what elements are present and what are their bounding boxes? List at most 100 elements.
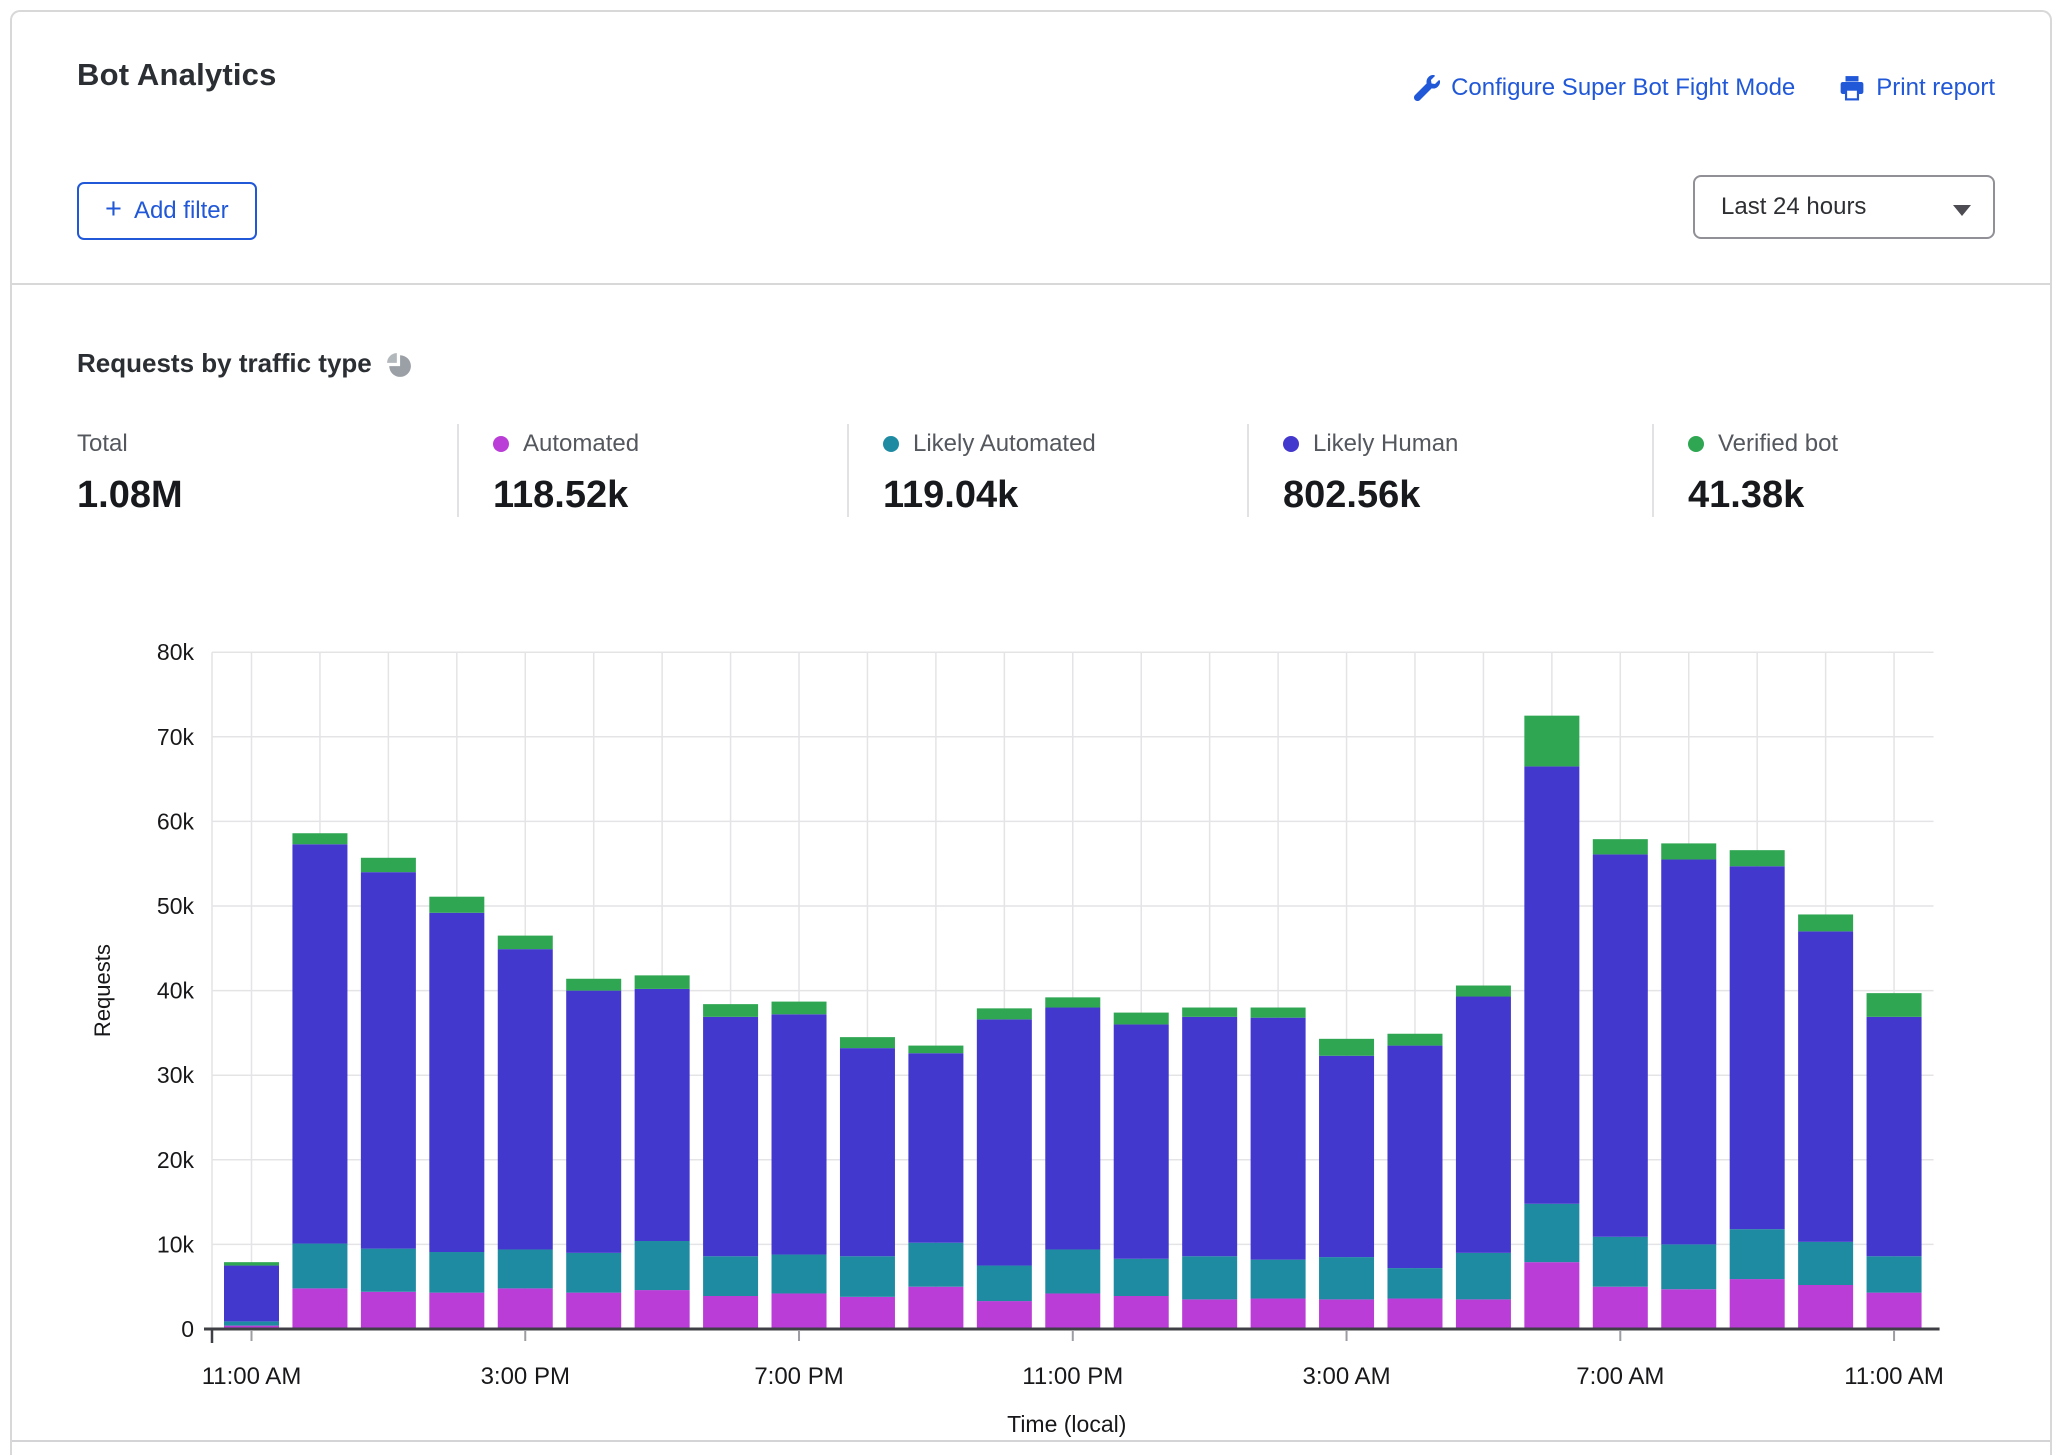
chart-bar-segment[interactable] — [1456, 997, 1511, 1253]
chart-bar-segment[interactable] — [1182, 1299, 1237, 1329]
chart-bar-segment[interactable] — [1045, 1249, 1100, 1293]
chart-bar-segment[interactable] — [703, 1017, 758, 1256]
chart-bar-segment[interactable] — [977, 1008, 1032, 1019]
chart-bar-segment[interactable] — [1319, 1056, 1374, 1257]
chart-bar-segment[interactable] — [1661, 859, 1716, 1244]
chart-bar-segment[interactable] — [1387, 1046, 1442, 1268]
chart-bar-segment[interactable] — [635, 1241, 690, 1290]
chart-bar-segment[interactable] — [1524, 766, 1579, 1203]
chart-bar-segment[interactable] — [429, 1252, 484, 1293]
chart-bar-segment[interactable] — [1867, 1256, 1922, 1292]
chart-bar-segment[interactable] — [1182, 1256, 1237, 1299]
chart-bar-segment[interactable] — [1045, 1293, 1100, 1329]
chart-bar-segment[interactable] — [1251, 1008, 1306, 1018]
chart-bar-segment[interactable] — [1387, 1299, 1442, 1329]
chart-bar-segment[interactable] — [635, 1290, 690, 1329]
chart-bar-segment[interactable] — [1867, 1293, 1922, 1329]
chart-bar-segment[interactable] — [1182, 1017, 1237, 1256]
chart-bar-segment[interactable] — [498, 1288, 553, 1329]
chart-bar-segment[interactable] — [429, 1293, 484, 1329]
chart-bar-segment[interactable] — [1456, 986, 1511, 997]
chart-bar-segment[interactable] — [840, 1256, 895, 1297]
chart-bar-segment[interactable] — [977, 1301, 1032, 1329]
chart-bar-segment[interactable] — [292, 844, 347, 1243]
chart-bar-segment[interactable] — [566, 979, 621, 991]
chart-bar-segment[interactable] — [1456, 1253, 1511, 1300]
chart-bar-segment[interactable] — [1114, 1296, 1169, 1329]
chart-bar-segment[interactable] — [1798, 914, 1853, 931]
chart-bar-segment[interactable] — [1114, 1259, 1169, 1296]
chart-bar-segment[interactable] — [840, 1037, 895, 1048]
chart-bar-segment[interactable] — [292, 1244, 347, 1289]
chart-bar-segment[interactable] — [1661, 1244, 1716, 1289]
chart-bar-segment[interactable] — [1319, 1039, 1374, 1056]
chart-bar-segment[interactable] — [292, 833, 347, 844]
chart-bar-segment[interactable] — [1524, 1204, 1579, 1262]
chart-bar-segment[interactable] — [635, 975, 690, 989]
chart-bar-segment[interactable] — [1593, 839, 1648, 854]
chart-bar-segment[interactable] — [1114, 1013, 1169, 1025]
chart-bar-segment[interactable] — [292, 1288, 347, 1329]
chart-bar-segment[interactable] — [361, 872, 416, 1248]
chart-bar-segment[interactable] — [1867, 993, 1922, 1017]
chart-bar-segment[interactable] — [224, 1321, 279, 1325]
chart-bar-segment[interactable] — [1251, 1299, 1306, 1329]
configure-super-bot-fight-mode-link[interactable]: Configure Super Bot Fight Mode — [1414, 74, 1795, 102]
chart-bar-segment[interactable] — [977, 1019, 1032, 1265]
chart-bar-segment[interactable] — [1867, 1017, 1922, 1256]
chart-bar-segment[interactable] — [1319, 1257, 1374, 1299]
chart-bar-segment[interactable] — [1182, 1008, 1237, 1017]
requests-by-traffic-type-chart[interactable]: 010k20k30k40k50k60k70k80k11:00 AM3:00 PM… — [82, 600, 1972, 1450]
chart-bar-segment[interactable] — [1114, 1024, 1169, 1258]
chart-bar-segment[interactable] — [1524, 1262, 1579, 1329]
chart-bar-segment[interactable] — [361, 1249, 416, 1292]
chart-bar-segment[interactable] — [498, 949, 553, 1249]
chart-bar-segment[interactable] — [977, 1266, 1032, 1302]
chart-bar-segment[interactable] — [1798, 1242, 1853, 1285]
chart-bar-segment[interactable] — [224, 1262, 279, 1265]
chart-bar-segment[interactable] — [1661, 1289, 1716, 1329]
chart-bar-segment[interactable] — [1661, 843, 1716, 859]
chart-bar-segment[interactable] — [1251, 1260, 1306, 1299]
print-report-link[interactable]: Print report — [1839, 74, 1995, 102]
chart-bar-segment[interactable] — [1045, 997, 1100, 1007]
chart-bar-segment[interactable] — [1730, 850, 1785, 866]
chart-bar-segment[interactable] — [1798, 931, 1853, 1241]
chart-bar-segment[interactable] — [224, 1266, 279, 1322]
chart-bar-segment[interactable] — [1524, 716, 1579, 767]
chart-bar-segment[interactable] — [908, 1053, 963, 1243]
chart-bar-segment[interactable] — [908, 1243, 963, 1287]
chart-bar-segment[interactable] — [1593, 1287, 1648, 1329]
chart-bar-segment[interactable] — [1387, 1268, 1442, 1298]
chart-bar-segment[interactable] — [908, 1287, 963, 1329]
chart-bar-segment[interactable] — [1730, 866, 1785, 1229]
chart-bar-segment[interactable] — [1319, 1299, 1374, 1329]
add-filter-button[interactable]: + Add filter — [77, 182, 257, 240]
chart-bar-segment[interactable] — [703, 1256, 758, 1296]
chart-bar-segment[interactable] — [1593, 854, 1648, 1236]
chart-bar-segment[interactable] — [566, 1253, 621, 1293]
chart-bar-segment[interactable] — [498, 1249, 553, 1288]
chart-bar-segment[interactable] — [1593, 1237, 1648, 1287]
chart-bar-segment[interactable] — [1730, 1279, 1785, 1329]
chart-bar-segment[interactable] — [635, 989, 690, 1241]
chart-bar-segment[interactable] — [840, 1297, 895, 1329]
chart-bar-segment[interactable] — [361, 1292, 416, 1329]
chart-bar-segment[interactable] — [772, 1014, 827, 1254]
chart-bar-segment[interactable] — [361, 858, 416, 872]
chart-bar-segment[interactable] — [908, 1046, 963, 1054]
chart-bar-segment[interactable] — [566, 991, 621, 1253]
chart-bar-segment[interactable] — [1456, 1299, 1511, 1329]
chart-bar-segment[interactable] — [1798, 1285, 1853, 1329]
chart-bar-segment[interactable] — [772, 1293, 827, 1329]
time-range-select[interactable]: Last 24 hours — [1693, 175, 1995, 239]
chart-bar-segment[interactable] — [429, 897, 484, 913]
chart-bar-segment[interactable] — [772, 1255, 827, 1294]
chart-bar-segment[interactable] — [840, 1048, 895, 1256]
chart-bar-segment[interactable] — [429, 913, 484, 1252]
chart-bar-segment[interactable] — [1730, 1229, 1785, 1279]
chart-bar-segment[interactable] — [566, 1293, 621, 1329]
chart-bar-segment[interactable] — [1251, 1018, 1306, 1260]
chart-bar-segment[interactable] — [1387, 1034, 1442, 1046]
chart-bar-segment[interactable] — [772, 1002, 827, 1015]
